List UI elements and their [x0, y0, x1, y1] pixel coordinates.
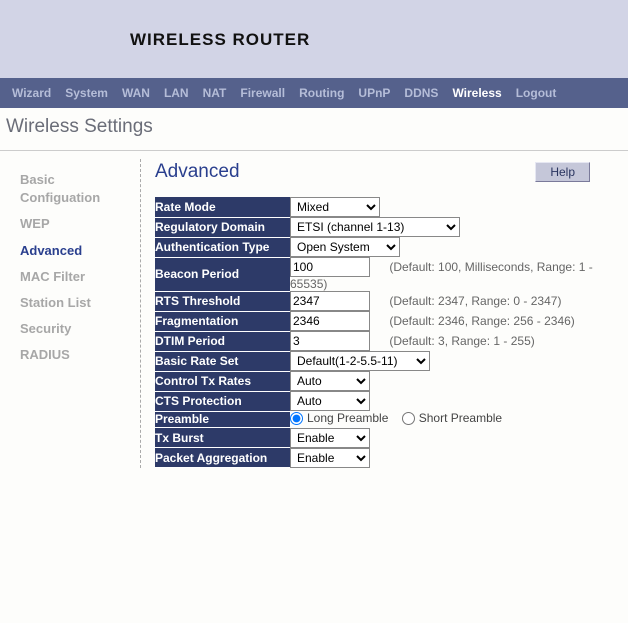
- app-title: WIRELESS ROUTER: [130, 30, 628, 50]
- label-preamble: Preamble: [155, 411, 290, 428]
- preamble-short-radio[interactable]: [402, 412, 415, 425]
- label-packet-aggregation: Packet Aggregation: [155, 448, 290, 468]
- dtim-period-input[interactable]: [290, 331, 370, 351]
- sidebar-item-mac-filter[interactable]: MAC Filter: [20, 264, 132, 290]
- sidebar-item-station-list[interactable]: Station List: [20, 290, 132, 316]
- content-wrap: Basic Configuation WEP Advanced MAC Filt…: [0, 150, 628, 468]
- nav-upnp[interactable]: UPnP: [358, 86, 390, 100]
- help-button[interactable]: Help: [535, 162, 590, 182]
- label-control-tx-rates: Control Tx Rates: [155, 371, 290, 391]
- sidebar-item-basic[interactable]: Basic Configuation: [20, 167, 132, 211]
- label-beacon-period: Beacon Period: [155, 257, 290, 291]
- sidebar: Basic Configuation WEP Advanced MAC Filt…: [0, 159, 140, 468]
- control-tx-rates-select[interactable]: Auto: [290, 371, 370, 391]
- dtim-period-hint: (Default: 3, Range: 1 - 255): [373, 334, 534, 348]
- section-head: Advanced Help: [155, 159, 620, 197]
- beacon-period-input[interactable]: [290, 257, 370, 277]
- label-rate-mode: Rate Mode: [155, 197, 290, 217]
- sidebar-item-radius[interactable]: RADIUS: [20, 342, 132, 368]
- nav-lan[interactable]: LAN: [164, 86, 189, 100]
- preamble-long-label: Long Preamble: [307, 411, 388, 425]
- header-band: WIRELESS ROUTER: [0, 0, 628, 78]
- rate-mode-select[interactable]: Mixed: [290, 197, 380, 217]
- fragmentation-hint: (Default: 2346, Range: 256 - 2346): [373, 314, 574, 328]
- preamble-long-option[interactable]: Long Preamble: [290, 411, 388, 425]
- settings-table: Rate Mode Mixed Regulatory Domain ETSI (…: [155, 197, 620, 468]
- fragmentation-input[interactable]: [290, 311, 370, 331]
- label-basic-rate-set: Basic Rate Set: [155, 351, 290, 371]
- rts-threshold-hint: (Default: 2347, Range: 0 - 2347): [373, 294, 561, 308]
- nav-wireless[interactable]: Wireless: [452, 86, 501, 100]
- nav-routing[interactable]: Routing: [299, 86, 344, 100]
- nav-logout[interactable]: Logout: [516, 86, 557, 100]
- page-title: Wireless Settings: [0, 108, 628, 150]
- main-nav: Wizard System WAN LAN NAT Firewall Routi…: [0, 78, 628, 108]
- sidebar-item-advanced[interactable]: Advanced: [20, 238, 132, 264]
- sidebar-item-security[interactable]: Security: [20, 316, 132, 342]
- tx-burst-select[interactable]: Enable: [290, 428, 370, 448]
- nav-nat[interactable]: NAT: [203, 86, 227, 100]
- rts-threshold-input[interactable]: [290, 291, 370, 311]
- nav-wan[interactable]: WAN: [122, 86, 150, 100]
- preamble-long-radio[interactable]: [290, 412, 303, 425]
- main-panel: Advanced Help Rate Mode Mixed Regulatory…: [141, 159, 628, 468]
- label-regulatory-domain: Regulatory Domain: [155, 217, 290, 237]
- label-dtim-period: DTIM Period: [155, 331, 290, 351]
- label-rts-threshold: RTS Threshold: [155, 291, 290, 311]
- nav-firewall[interactable]: Firewall: [240, 86, 285, 100]
- label-authentication-type: Authentication Type: [155, 237, 290, 257]
- label-fragmentation: Fragmentation: [155, 311, 290, 331]
- nav-wizard[interactable]: Wizard: [12, 86, 51, 100]
- cts-protection-select[interactable]: Auto: [290, 391, 370, 411]
- nav-system[interactable]: System: [65, 86, 108, 100]
- regulatory-domain-select[interactable]: ETSI (channel 1-13): [290, 217, 460, 237]
- label-cts-protection: CTS Protection: [155, 391, 290, 411]
- nav-ddns[interactable]: DDNS: [404, 86, 438, 100]
- preamble-short-label: Short Preamble: [419, 411, 502, 425]
- packet-aggregation-select[interactable]: Enable: [290, 448, 370, 468]
- basic-rate-set-select[interactable]: Default(1-2-5.5-11): [290, 351, 430, 371]
- sidebar-item-wep[interactable]: WEP: [20, 211, 132, 237]
- preamble-short-option[interactable]: Short Preamble: [402, 411, 502, 425]
- section-title: Advanced: [155, 161, 240, 183]
- label-tx-burst: Tx Burst: [155, 428, 290, 448]
- authentication-type-select[interactable]: Open System: [290, 237, 400, 257]
